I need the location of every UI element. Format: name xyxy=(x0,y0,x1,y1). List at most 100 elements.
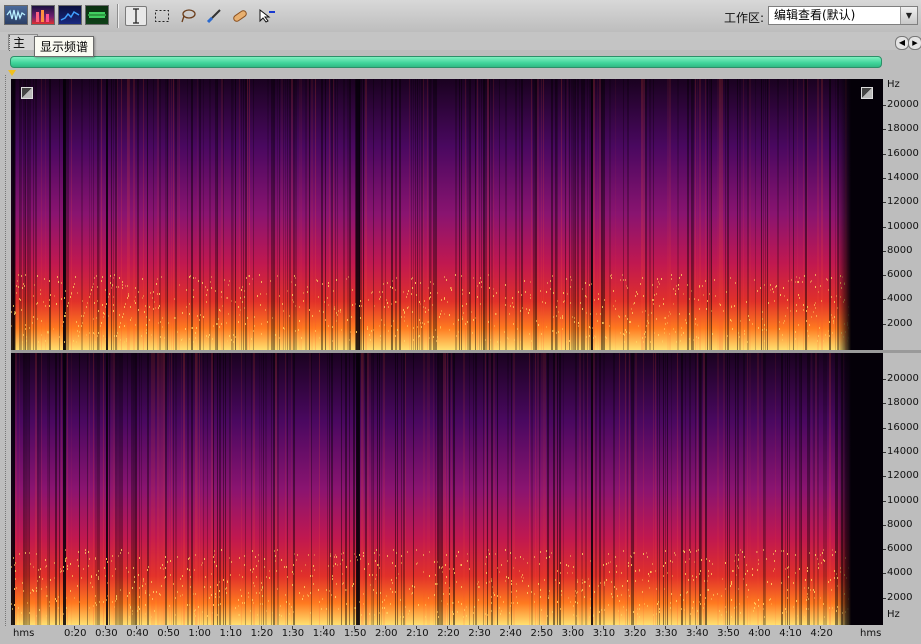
hz-tick-label: 10000 xyxy=(887,494,919,506)
time-tick-label: 3:40 xyxy=(686,628,709,639)
waveform-green-icon[interactable] xyxy=(85,5,109,25)
hz-tick-label: 4000 xyxy=(887,567,913,579)
time-tick xyxy=(478,626,480,629)
hz-tick-label: 8000 xyxy=(887,244,913,256)
time-tick xyxy=(167,626,169,629)
hz-tick-label: 16000 xyxy=(887,147,919,159)
time-tick xyxy=(105,626,107,629)
time-tick xyxy=(758,626,760,629)
time-tick-label: 1:30 xyxy=(281,628,305,639)
time-tick-label: 4:00 xyxy=(748,628,771,639)
frequency-ruler-bottom: Hz 20000 18000 16000 14000 12000 10000 8000 600… xyxy=(883,353,921,625)
time-unit-right: hms xyxy=(860,628,882,639)
time-tick xyxy=(198,626,200,629)
time-tick xyxy=(509,626,511,629)
hz-tick-label: 18000 xyxy=(887,123,919,135)
move-tool-icon[interactable] xyxy=(256,6,278,26)
editor-panel: 主 显示频谱 ◀ ▶ Hz 20000 18000 16000 14000 12000 1… xyxy=(0,32,921,644)
time-tick xyxy=(353,626,355,629)
hz-tick xyxy=(883,379,886,380)
time-tick xyxy=(229,626,231,629)
time-tick-label: 3:00 xyxy=(561,628,585,639)
spectral-pitch-icon[interactable] xyxy=(58,5,82,25)
time-tick-label: 1:00 xyxy=(188,628,211,639)
hz-tick-label: 6000 xyxy=(887,543,913,555)
time-tick-label: 0:50 xyxy=(157,628,180,639)
time-tick xyxy=(540,626,542,629)
workspace-select[interactable]: 编辑查看(默认) ▼ xyxy=(768,6,918,25)
time-tick-label: 3:50 xyxy=(717,628,740,639)
time-tick-label: 1:10 xyxy=(219,628,242,639)
spectrogram-render xyxy=(11,353,851,625)
time-tick xyxy=(260,626,262,629)
hz-tick-label: 14000 xyxy=(887,445,919,457)
spot-healing-icon[interactable] xyxy=(229,6,251,26)
hz-tick xyxy=(883,105,886,106)
hz-tick xyxy=(883,427,886,429)
time-tick-label: 3:30 xyxy=(654,628,678,639)
fade-out-handle-icon[interactable] xyxy=(861,87,873,99)
hz-tick xyxy=(883,129,886,131)
time-tick-label: 4:20 xyxy=(810,628,833,639)
fade-in-handle-icon[interactable] xyxy=(21,87,33,99)
hz-tick xyxy=(883,524,886,526)
brush-selection-icon[interactable] xyxy=(203,6,225,26)
hz-tick-label: 12000 xyxy=(887,196,919,208)
hz-tick-label: 6000 xyxy=(887,269,913,281)
spectrogram-channel-left[interactable] xyxy=(11,79,883,350)
hz-tick-label: 20000 xyxy=(887,373,919,384)
spectrogram-render xyxy=(11,79,851,350)
spectrogram-right-image xyxy=(11,353,851,625)
time-tick-label: 1:50 xyxy=(343,628,367,639)
hz-tick xyxy=(883,153,886,155)
close-icon[interactable]: ◀ xyxy=(895,36,909,50)
time-tick-label: 0:30 xyxy=(95,628,118,639)
tab-bar: 主 显示频谱 ◀ ▶ xyxy=(0,32,921,57)
chevron-down-icon[interactable]: ▼ xyxy=(900,7,917,24)
tooltip: 显示频谱 xyxy=(34,36,95,57)
hz-tick-label: 14000 xyxy=(887,171,919,183)
waveform-view-icon[interactable] xyxy=(4,5,28,25)
time-tick xyxy=(696,626,697,629)
spectral-view-icon[interactable] xyxy=(31,5,55,25)
hz-tick-label: 8000 xyxy=(887,518,913,530)
time-tick xyxy=(322,626,324,629)
workspace-value: 编辑查看(默认) xyxy=(774,8,856,22)
hz-tick xyxy=(883,202,886,204)
time-tick xyxy=(74,626,75,629)
time-tick-label: 2:10 xyxy=(406,628,429,639)
tab-grip[interactable] xyxy=(9,35,13,51)
hz-tick xyxy=(883,549,886,551)
time-tick-label: 0:40 xyxy=(126,628,149,639)
time-tick-label: 1:20 xyxy=(250,628,274,639)
workspace-label: 工作区: xyxy=(724,11,765,25)
time-tick xyxy=(664,626,666,629)
overview-bar[interactable] xyxy=(10,56,882,68)
hz-tick-label: 16000 xyxy=(887,421,919,433)
hz-tick xyxy=(883,476,886,478)
time-ruler[interactable]: hms hms 0:20 0:30 0:40 0:50 1:00 1:10 1:20 1:30… xyxy=(0,626,921,644)
lasso-selection-icon[interactable] xyxy=(177,6,199,26)
hz-tick xyxy=(883,275,886,277)
time-selection-icon[interactable] xyxy=(125,6,147,26)
marquee-selection-icon[interactable] xyxy=(151,6,173,26)
time-tick-label: 3:20 xyxy=(623,628,647,639)
tab-main-label: 主 xyxy=(13,36,26,50)
hz-tick-label: 12000 xyxy=(887,470,919,482)
hz-tick-label: 20000 xyxy=(887,99,919,110)
time-tick-label: 0:20 xyxy=(64,628,87,639)
spectrogram-channel-right[interactable] xyxy=(11,353,883,625)
hz-tick xyxy=(883,597,886,599)
hz-tick xyxy=(883,500,886,502)
hz-tick-label: 18000 xyxy=(887,397,919,409)
left-ruler xyxy=(0,75,11,626)
time-tick xyxy=(602,626,604,629)
panel-menu-icon[interactable]: ▶ xyxy=(908,36,921,50)
time-tick-label: 2:00 xyxy=(375,628,398,639)
time-tick xyxy=(633,626,635,629)
hz-tick xyxy=(883,573,886,575)
time-tick-label: 2:30 xyxy=(468,628,491,639)
time-tick xyxy=(416,626,418,629)
hz-tick-label: 10000 xyxy=(887,220,919,232)
hz-tick-label: 2000 xyxy=(887,591,913,603)
